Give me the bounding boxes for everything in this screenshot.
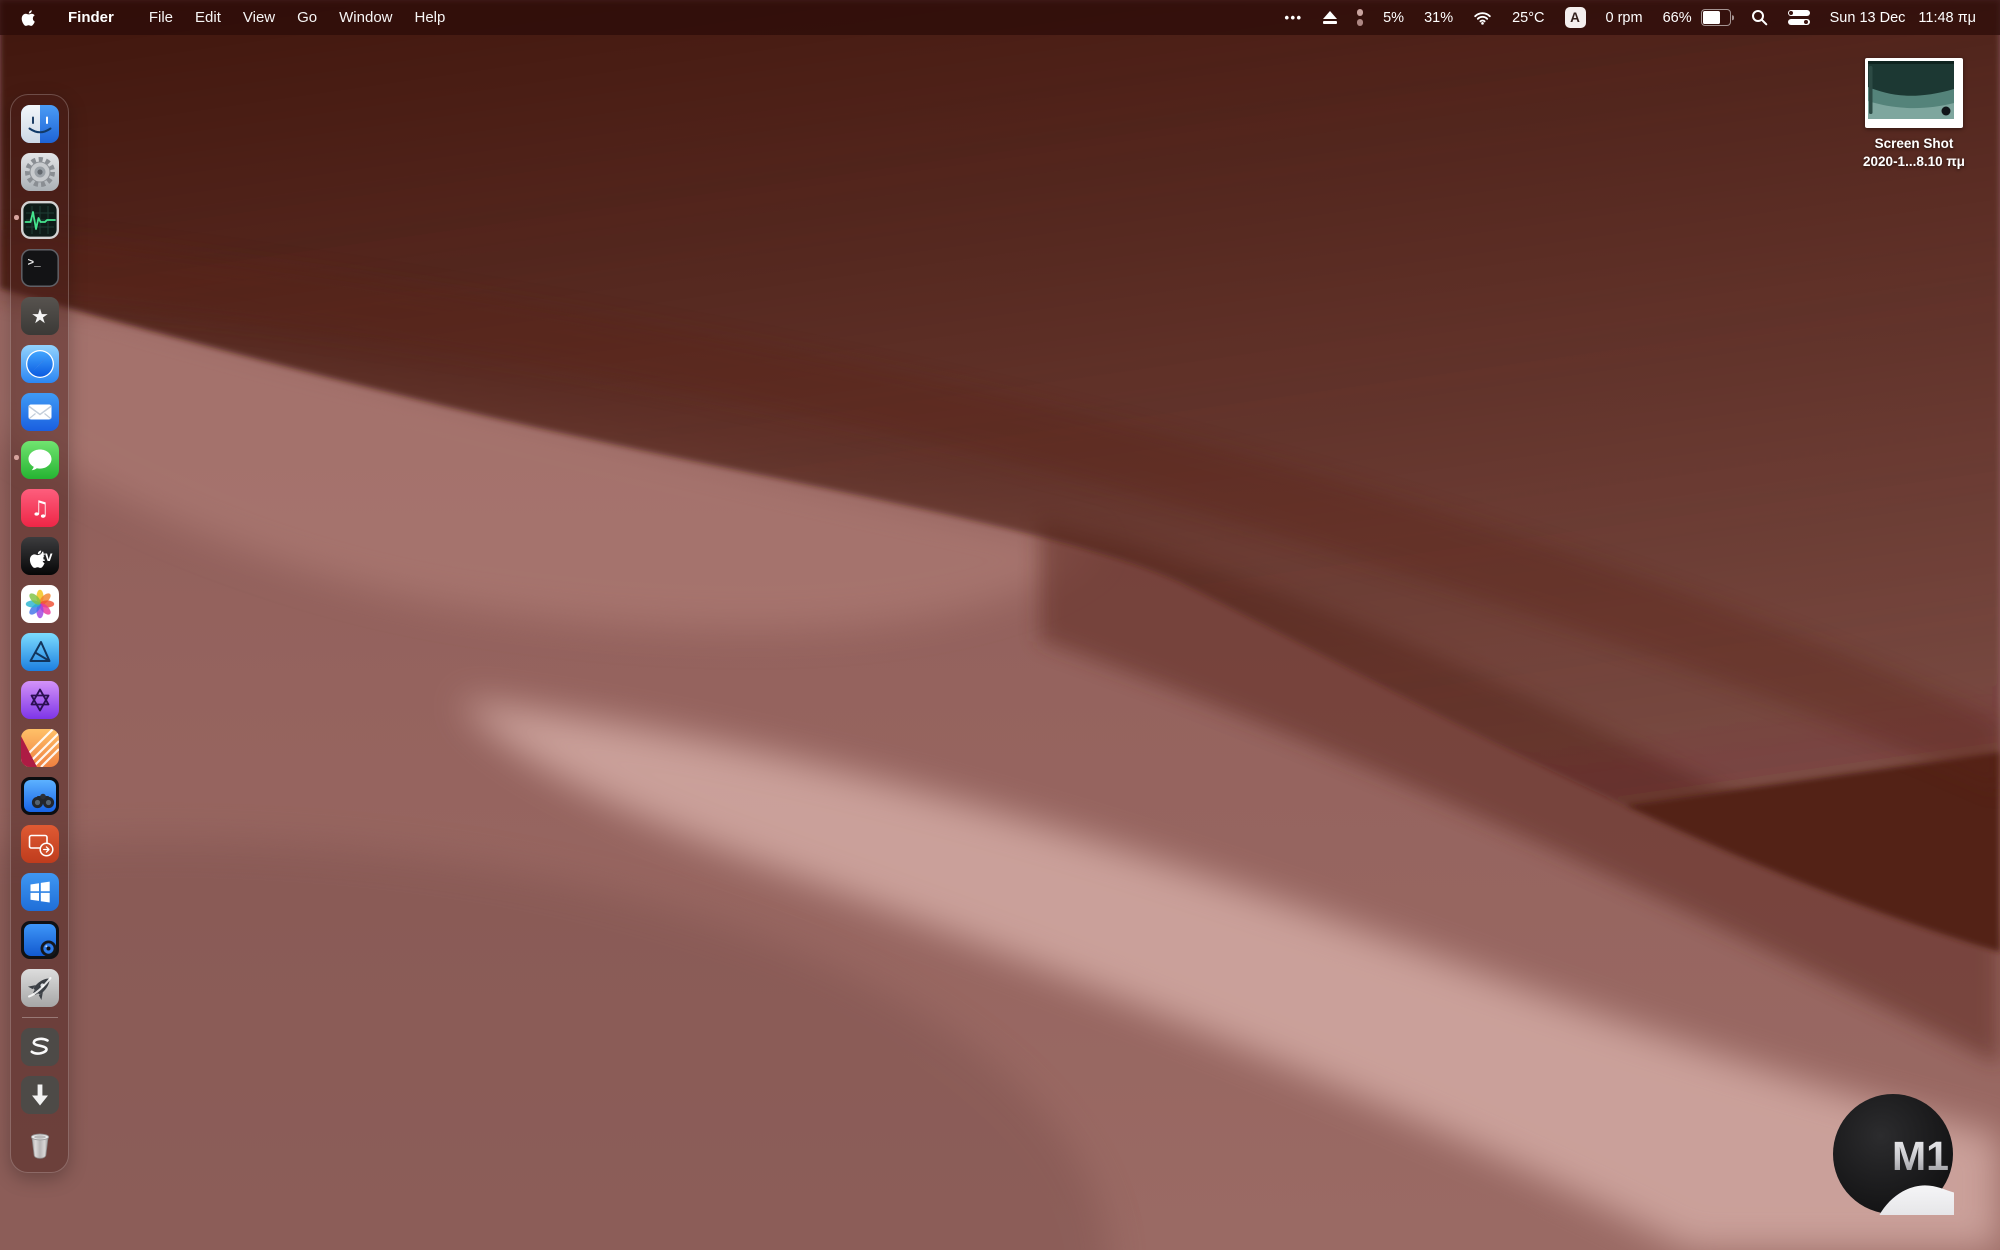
dock-item-remote-desktop[interactable] bbox=[21, 777, 59, 815]
menu-window[interactable]: Window bbox=[328, 9, 403, 26]
dock-item-music[interactable]: ♫ bbox=[21, 489, 59, 527]
temperature-reading[interactable]: 25°C bbox=[1502, 0, 1554, 35]
svg-text:>_: >_ bbox=[27, 258, 41, 270]
dock-item-activity-monitor[interactable] bbox=[21, 201, 59, 239]
affinity-designer-icon bbox=[21, 633, 59, 671]
screenshot-thumbnail bbox=[1865, 58, 1963, 128]
clock-time: 11:48 πμ bbox=[1918, 10, 1976, 26]
svg-text:tv: tv bbox=[40, 549, 52, 564]
wifi-icon[interactable] bbox=[1463, 0, 1502, 35]
dock-divider bbox=[22, 1017, 58, 1018]
eject-icon[interactable] bbox=[1313, 0, 1347, 35]
terminal-icon: >_ bbox=[21, 249, 59, 287]
star-app-icon: ★ bbox=[21, 297, 59, 335]
dock-item-trash[interactable] bbox=[21, 1124, 59, 1162]
screen-recorder-icon bbox=[21, 921, 59, 959]
affinity-publisher-icon bbox=[21, 729, 59, 767]
safari-compass-icon bbox=[21, 345, 59, 383]
trash-icon bbox=[21, 1124, 59, 1162]
dock-item-screen-recorder[interactable] bbox=[21, 921, 59, 959]
dock-item-s-logo-stack[interactable] bbox=[21, 1028, 59, 1066]
menu-clock[interactable]: Sun 13 Dec 11:48 πμ bbox=[1820, 0, 1978, 35]
dock-item-safari[interactable] bbox=[21, 345, 59, 383]
apple-menu-icon[interactable] bbox=[20, 8, 37, 28]
dock-item-messages[interactable] bbox=[21, 441, 59, 479]
messages-icon bbox=[21, 441, 59, 479]
downloads-arrow-icon bbox=[21, 1076, 59, 1114]
menu-go[interactable]: Go bbox=[286, 9, 328, 26]
menu-edit[interactable]: Edit bbox=[184, 9, 232, 26]
dock-item-affinity-photo[interactable] bbox=[21, 681, 59, 719]
dock-item-system-preferences[interactable] bbox=[21, 153, 59, 191]
memory-percent[interactable]: 31% bbox=[1414, 0, 1463, 35]
battery-icon-fill bbox=[1703, 11, 1720, 24]
dock-item-microsoft-remote-desktop[interactable] bbox=[21, 825, 59, 863]
dock-item-rocket-app[interactable] bbox=[21, 969, 59, 1007]
dock-item-apple-tv[interactable]: tv bbox=[21, 537, 59, 575]
dock-item-windows[interactable] bbox=[21, 873, 59, 911]
dock-item-mail[interactable] bbox=[21, 393, 59, 431]
menu-help[interactable]: Help bbox=[404, 9, 457, 26]
m1-chip-label: M1 bbox=[1892, 1133, 1949, 1179]
photos-pinwheel-icon bbox=[21, 585, 59, 623]
finder-running-indicator bbox=[14, 215, 19, 220]
menu-extra-dots-icon[interactable] bbox=[1347, 0, 1374, 35]
battery-icon bbox=[1701, 9, 1731, 27]
music-icon: ♫ bbox=[21, 489, 59, 527]
dock-item-photos[interactable] bbox=[21, 585, 59, 623]
fan-speed[interactable]: 0 rpm bbox=[1596, 0, 1653, 35]
desktop-wallpaper bbox=[0, 0, 2000, 1250]
menu-file[interactable]: File bbox=[138, 9, 184, 26]
apple-tv-icon: tv bbox=[21, 537, 59, 575]
menu-bar: Finder File Edit View Go Window Help •••… bbox=[0, 0, 2000, 35]
rocket-app-icon bbox=[21, 969, 59, 1007]
menu-extra-ellipsis[interactable]: ••• bbox=[1274, 0, 1312, 35]
input-source-letter: A bbox=[1565, 7, 1586, 28]
menu-app-name[interactable]: Finder bbox=[58, 9, 124, 26]
safari-running-indicator bbox=[14, 455, 19, 460]
svg-text:♫: ♫ bbox=[30, 497, 49, 521]
dock-item-terminal[interactable]: >_ bbox=[21, 249, 59, 287]
menu-view[interactable]: View bbox=[232, 9, 286, 26]
finder-icon bbox=[21, 105, 59, 143]
mail-icon bbox=[21, 393, 59, 431]
dock-item-downloads[interactable] bbox=[21, 1076, 59, 1114]
svg-text:★: ★ bbox=[31, 304, 49, 328]
battery-status[interactable]: 66% bbox=[1653, 0, 1741, 35]
activity-monitor-icon bbox=[21, 201, 59, 239]
input-source-icon[interactable]: A bbox=[1555, 0, 1596, 35]
windows-logo-icon bbox=[21, 873, 59, 911]
remote-desktop-binoculars-icon bbox=[21, 777, 59, 815]
m1-chip-badge: M1 bbox=[1832, 1093, 1954, 1215]
dock-item-finder[interactable] bbox=[21, 105, 59, 143]
battery-percent-label: 66% bbox=[1663, 10, 1692, 26]
dock: >_ ★ bbox=[10, 94, 69, 1173]
cpu-percent[interactable]: 5% bbox=[1373, 0, 1414, 35]
dock-item-star-app[interactable]: ★ bbox=[21, 297, 59, 335]
dock-item-affinity-designer[interactable] bbox=[21, 633, 59, 671]
affinity-photo-icon bbox=[21, 681, 59, 719]
system-preferences-gear-icon bbox=[21, 153, 59, 191]
dock-item-affinity-publisher[interactable] bbox=[21, 729, 59, 767]
microsoft-remote-desktop-icon bbox=[21, 825, 59, 863]
clock-date: Sun 13 Dec bbox=[1830, 10, 1906, 26]
screenshot-file-label: Screen Shot 2020-1...8.10 πμ bbox=[1863, 135, 1965, 170]
control-center-icon[interactable] bbox=[1778, 0, 1820, 35]
s-logo-stack-icon bbox=[21, 1028, 59, 1066]
search-icon[interactable] bbox=[1741, 0, 1778, 35]
desktop-file-screenshot[interactable]: Screen Shot 2020-1...8.10 πμ bbox=[1838, 58, 1990, 170]
